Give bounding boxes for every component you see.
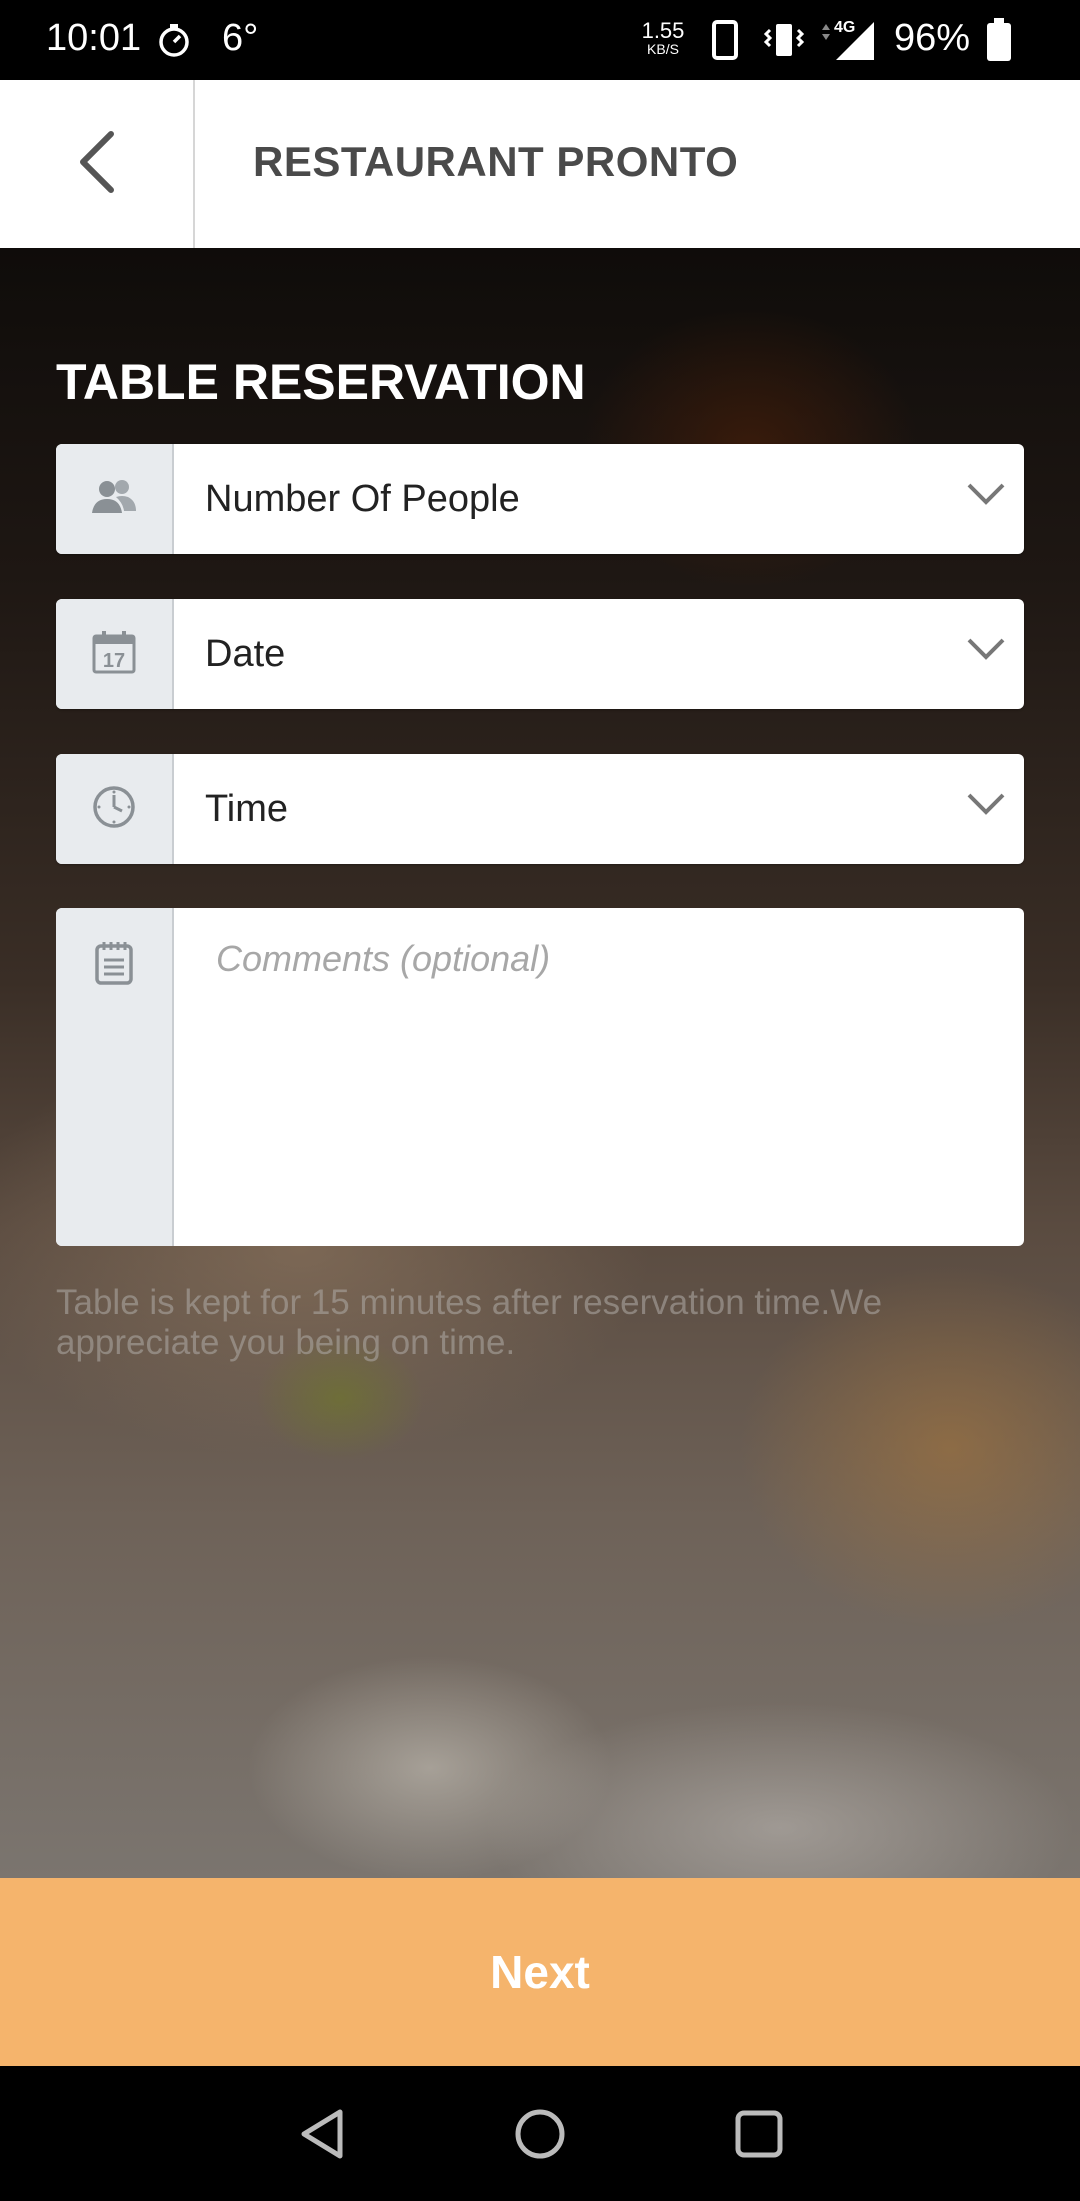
date-select[interactable]: 17 Date <box>56 599 1024 709</box>
clock-icon <box>91 784 137 835</box>
calendar-icon: 17 <box>91 629 137 680</box>
page-title: RESTAURANT PRONTO <box>253 138 739 185</box>
nav-home-icon[interactable] <box>513 2106 567 2167</box>
system-nav-bar <box>0 2066 1080 2201</box>
calendar-icon-cell: 17 <box>56 599 174 709</box>
people-select[interactable]: Number Of People <box>56 444 1024 554</box>
network-type-label: 4G <box>834 19 855 36</box>
comments-input[interactable] <box>176 908 1024 1246</box>
people-icon-cell <box>56 444 174 554</box>
people-icon <box>90 477 138 522</box>
section-title: TABLE RESERVATION <box>56 354 586 410</box>
people-select-value: Number Of People <box>205 478 520 520</box>
battery-icon <box>986 18 1012 67</box>
net-speed: 1.55 KB/S <box>640 18 686 57</box>
nav-recents-icon[interactable] <box>733 2106 787 2167</box>
net-speed-value: 1.55 <box>641 18 685 43</box>
back-button[interactable] <box>0 80 195 248</box>
chevron-down-icon <box>966 791 1006 822</box>
status-bar: 10:01 6° 1.55 KB/S 4G 96% <box>0 0 1080 80</box>
calendar-day: 17 <box>103 650 125 672</box>
stopwatch-icon <box>156 22 192 58</box>
time-select[interactable]: Time <box>56 754 1024 864</box>
nav-back-icon[interactable] <box>296 2106 348 2167</box>
next-button[interactable]: Next <box>0 1878 1080 2066</box>
time-select-value: Time <box>205 788 289 830</box>
app-bar: RESTAURANT PRONTO <box>0 80 1080 248</box>
net-speed-unit: KB/S <box>647 41 679 57</box>
status-temperature: 6° <box>222 17 259 59</box>
status-time: 10:01 <box>46 17 142 59</box>
battery-percent: 96% <box>894 17 971 59</box>
reservation-form-area: TABLE RESERVATION Number Of People 17 Da… <box>0 248 1080 1878</box>
signal-4g-icon: 4G <box>818 16 878 67</box>
chevron-down-icon <box>966 481 1006 512</box>
notepad-icon-cell <box>56 908 174 1246</box>
chevron-down-icon <box>966 636 1006 667</box>
vibrate-icon <box>762 20 806 65</box>
clock-icon-cell <box>56 754 174 864</box>
comments-box <box>56 908 1024 1246</box>
reservation-note: Table is kept for 15 minutes after reser… <box>56 1283 883 1362</box>
chevron-left-icon <box>75 130 119 199</box>
date-select-value: Date <box>205 633 286 675</box>
phone-icon <box>712 20 738 65</box>
notepad-icon <box>94 940 134 1246</box>
